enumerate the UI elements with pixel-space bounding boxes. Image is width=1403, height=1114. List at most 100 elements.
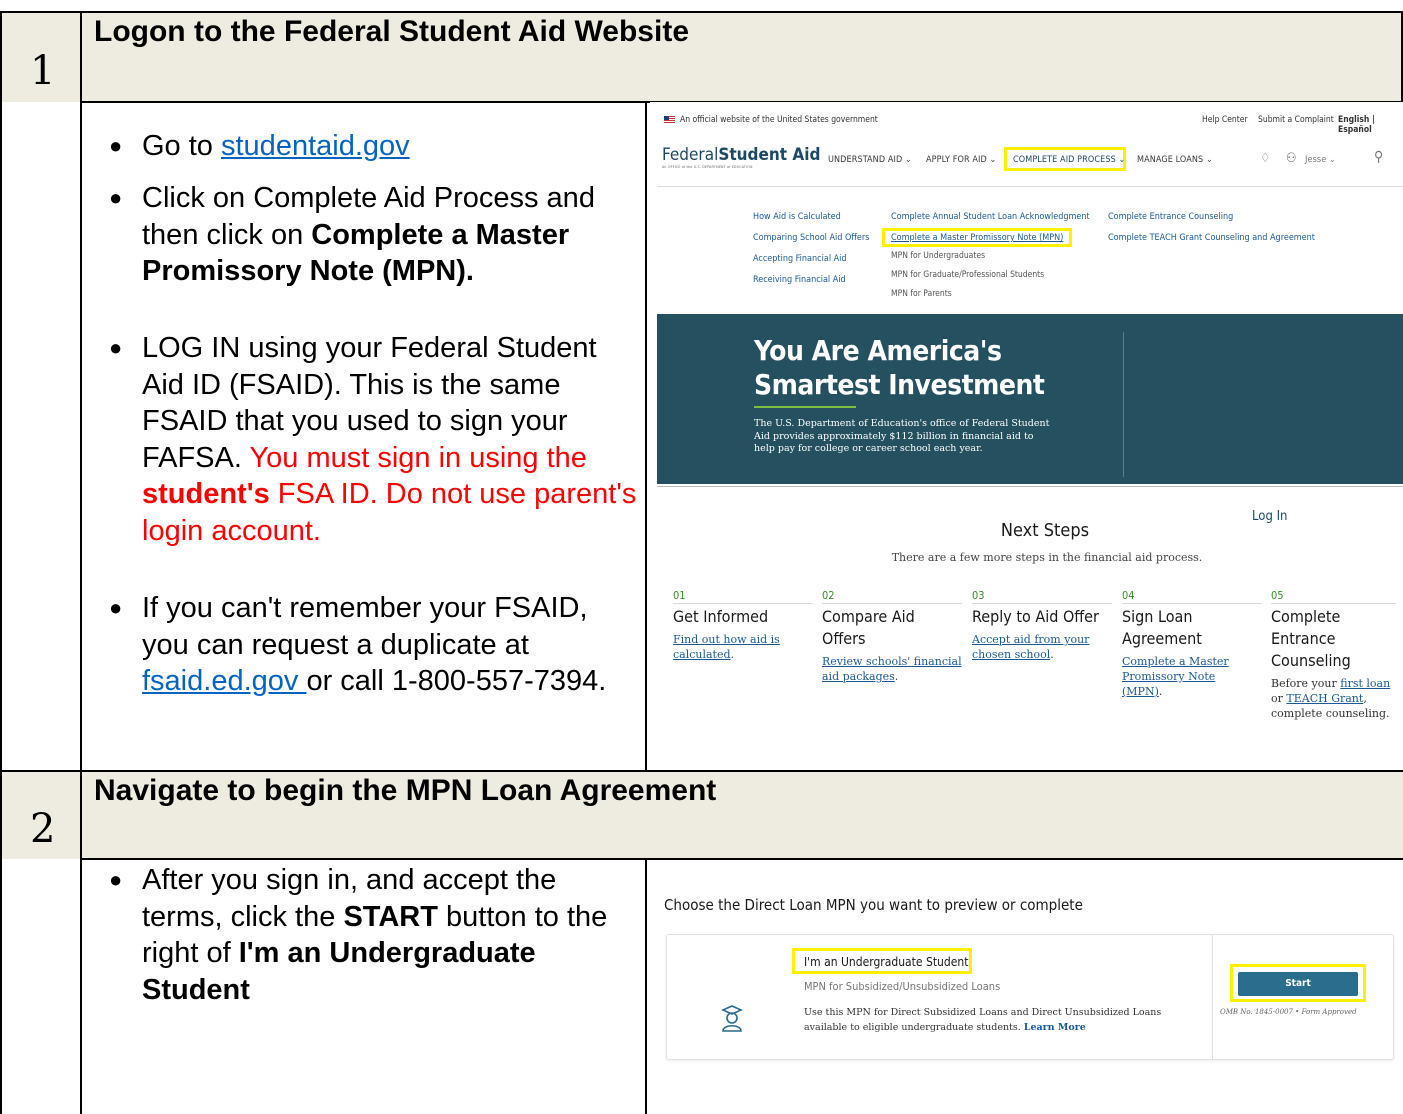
nav-label: APPLY FOR AID xyxy=(926,155,987,165)
step-card-number: 03 xyxy=(972,589,1112,604)
step1-bullet-2: ● Click on Complete Aid Process and then… xyxy=(82,180,642,292)
bullet-text: If you can't remember your FSAID, you ca… xyxy=(142,592,588,661)
user-icon[interactable]: ⚇ xyxy=(1286,151,1297,166)
content-column-border-2 xyxy=(645,858,647,1114)
user-menu[interactable]: Jesse ⌄ xyxy=(1305,155,1336,165)
step-card-title: Compare Aid Offers xyxy=(822,607,915,648)
menu-comparing-offers[interactable]: Comparing School Aid Offers xyxy=(753,233,869,243)
menu-how-aid-calculated[interactable]: How Aid is Calculated xyxy=(753,212,841,222)
mpn-screenshot: Choose the Direct Loan MPN you want to p… xyxy=(650,880,1403,1114)
card-title: I'm an Undergraduate Student xyxy=(804,955,969,969)
step-card-title: Get Informed xyxy=(673,607,769,626)
bell-icon[interactable]: ♢ xyxy=(1260,151,1271,166)
step-card-link[interactable]: Accept aid from your chosen school xyxy=(972,633,1089,661)
step-card-3: 03 Reply to Aid Offer Accept aid from yo… xyxy=(972,589,1112,662)
menu-teach-grant[interactable]: Complete TEACH Grant Counseling and Agre… xyxy=(1108,233,1315,243)
step-card-text: . xyxy=(1158,685,1163,698)
chevron-down-icon: ⌄ xyxy=(1118,155,1126,165)
nav-underline xyxy=(657,186,1403,187)
card-description-text: Use this MPN for Direct Subsidized Loans… xyxy=(804,1007,1162,1033)
nav-label: COMPLETE AID PROCESS xyxy=(1013,155,1116,165)
logo-student-aid: Student Aid xyxy=(718,145,821,165)
menu-annual-acknowledgment[interactable]: Complete Annual Student Loan Acknowledgm… xyxy=(891,212,1090,222)
step-card-number: 05 xyxy=(1271,589,1396,604)
studentaid-link[interactable]: studentaid.gov xyxy=(221,130,410,162)
menu-accepting-aid[interactable]: Accepting Financial Aid xyxy=(753,254,847,264)
bullet-bold-text: START xyxy=(343,900,438,933)
nav-understand-aid[interactable]: UNDERSTAND AID ⌄ xyxy=(828,155,912,165)
language-toggle[interactable]: English | Español xyxy=(1338,115,1403,135)
card-description: Use this MPN for Direct Subsidized Loans… xyxy=(804,1005,1174,1035)
logo-federal: Federal xyxy=(662,145,719,165)
step1-bullet-3: ● LOG IN using your Federal Student Aid … xyxy=(82,330,642,550)
step-card-4: 04 Sign Loan Agreement Complete a Master… xyxy=(1122,589,1262,699)
nav-label: UNDERSTAND AID xyxy=(828,155,903,165)
step1-bullet-4: ● If you can't remember your FSAID, you … xyxy=(82,590,642,740)
nav-label: MANAGE LOANS xyxy=(1137,155,1204,165)
gov-banner-text: An official website of the United States… xyxy=(680,115,878,125)
next-steps-subtitle: There are a few more steps in the financ… xyxy=(891,551,1203,564)
warning-text: You must sign in using the xyxy=(249,441,587,474)
step-card-link[interactable]: Complete a Master Promissory Note (MPN) xyxy=(1122,655,1229,698)
nav-apply-for-aid[interactable]: APPLY FOR AID ⌄ xyxy=(926,155,996,165)
bullet-suffix: or call 1-800-557-7394. xyxy=(306,665,607,697)
search-icon[interactable]: ⚲ xyxy=(1374,149,1383,165)
card-divider xyxy=(1212,934,1213,1060)
step-card-1: 01 Get Informed Find out how aid is calc… xyxy=(673,589,813,662)
bullet-text: Go to xyxy=(142,130,221,162)
graduate-student-icon xyxy=(720,1004,744,1036)
step-card-text: . xyxy=(730,648,735,661)
table-border-top xyxy=(0,11,1403,13)
step-card-link[interactable]: Review schools' financial aid packages xyxy=(822,655,962,683)
menu-mpn-parents[interactable]: MPN for Parents xyxy=(891,289,952,299)
help-center-link[interactable]: Help Center xyxy=(1202,115,1248,125)
hero-bottom-rule xyxy=(657,486,1403,487)
menu-entrance-counseling[interactable]: Complete Entrance Counseling xyxy=(1108,212,1233,222)
step-card-link[interactable]: Find out how aid is calculated xyxy=(673,633,780,661)
bullet-icon: ● xyxy=(109,133,123,158)
step1-title: Logon to the Federal Student Aid Website xyxy=(94,15,690,48)
menu-complete-mpn[interactable]: Complete a Master Promissory Note (MPN) xyxy=(891,233,1063,243)
row-border-3 xyxy=(80,858,1403,860)
fsa-logo[interactable]: FederalStudent Aid xyxy=(662,145,820,165)
hero-title-line-2: Smartest Investment xyxy=(754,368,1045,401)
step-card-link[interactable]: first loan xyxy=(1340,677,1390,690)
content-column-border-1 xyxy=(645,101,647,771)
step-card-title: Complete Entrance Counseling xyxy=(1271,607,1351,670)
bullet-icon: ● xyxy=(109,595,123,620)
step-card-text: or xyxy=(1271,692,1287,705)
hero-description: The U.S. Department of Education's offic… xyxy=(754,418,1050,454)
nav-complete-aid-process[interactable]: COMPLETE AID PROCESS ⌄ xyxy=(1013,155,1125,165)
step2-bullet-1: ● After you sign in, and accept the term… xyxy=(82,862,642,1012)
step-card-text: Before your xyxy=(1271,677,1341,690)
step1-number: 1 xyxy=(30,48,56,94)
omb-notice: OMB No. 1845-0007 • Form Approved xyxy=(1220,1008,1357,1016)
menu-mpn-undergrad[interactable]: MPN for Undergraduates xyxy=(891,251,985,261)
step-card-link-2[interactable]: TEACH Grant xyxy=(1286,692,1363,705)
step-card-text: . xyxy=(894,670,899,683)
row-border-2 xyxy=(0,770,1403,772)
start-button-label: Start xyxy=(1285,978,1311,989)
us-flag-icon xyxy=(664,116,675,123)
hero-divider xyxy=(1123,332,1124,477)
fsaid-link[interactable]: fsaid.ed.gov xyxy=(142,665,306,697)
step2-number: 2 xyxy=(30,806,56,852)
hero-banner: You Are America's Smartest Investment Th… xyxy=(657,314,1403,566)
step1-bullet-1: ● Go to studentaid.gov xyxy=(82,128,642,168)
table-border-left xyxy=(0,11,2,1114)
menu-mpn-graduate[interactable]: MPN for Graduate/Professional Students xyxy=(891,270,1044,280)
chevron-down-icon: ⌄ xyxy=(904,155,912,165)
learn-more-link[interactable]: Learn More xyxy=(1024,1022,1086,1033)
hero-title-line-1: You Are America's xyxy=(754,334,1002,367)
nav-manage-loans[interactable]: MANAGE LOANS ⌄ xyxy=(1137,155,1213,165)
bullet-icon: ● xyxy=(109,335,123,360)
studentaid-screenshot: An official website of the United States… xyxy=(650,102,1403,770)
step-card-title: Sign Loan Agreement xyxy=(1122,607,1202,648)
submit-complaint-link[interactable]: Submit a Complaint xyxy=(1258,115,1334,125)
step2-title: Navigate to begin the MPN Loan Agreement xyxy=(94,774,717,807)
mpn-heading: Choose the Direct Loan MPN you want to p… xyxy=(664,896,1083,914)
card-subtitle: MPN for Subsidized/Unsubsidized Loans xyxy=(804,980,1001,993)
menu-receiving-aid[interactable]: Receiving Financial Aid xyxy=(753,275,846,285)
user-name: Jesse xyxy=(1305,155,1327,165)
logo-subtitle: An OFFICE of the U.S. DEPARTMENT of EDUC… xyxy=(662,165,753,169)
